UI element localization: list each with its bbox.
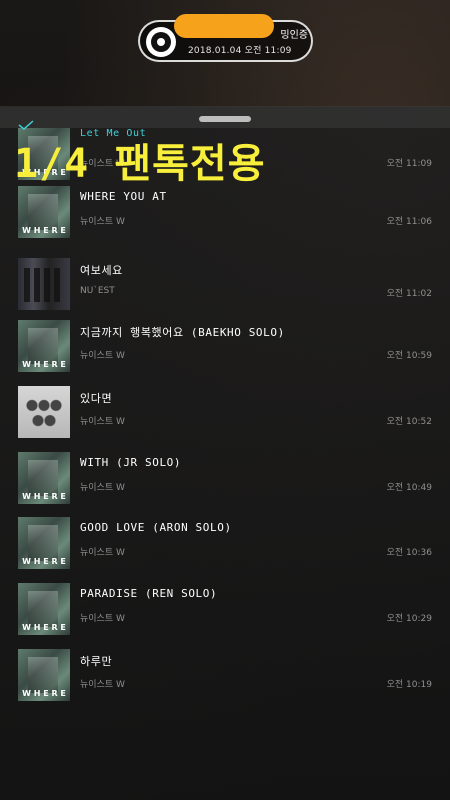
track-row[interactable]: PARADISE (REN SOLO) 뉴이스트 W 오전 10:29 (0, 583, 450, 645)
track-artist: 뉴이스트 W (80, 483, 125, 493)
track-title: 여보세요 (80, 264, 123, 277)
album-cover (18, 452, 70, 504)
track-title: 하루만 (80, 655, 113, 668)
track-row[interactable]: 하루만 뉴이스트 W 오전 10:19 (0, 649, 450, 711)
album-cover (18, 258, 70, 310)
track-row[interactable]: 여보세요 NU`EST 오전 11:02 (0, 258, 450, 320)
track-title: 지금까지 행복했어요 (BAEKHO SOLO) (80, 326, 285, 339)
album-cover (18, 320, 70, 372)
track-time: 오전 10:36 (386, 548, 432, 558)
track-artist: 뉴이스트 W (80, 614, 125, 624)
album-cover (18, 583, 70, 635)
track-title: GOOD LOVE (ARON SOLO) (80, 521, 232, 534)
album-cover (18, 517, 70, 569)
track-time: 오전 10:59 (386, 351, 432, 361)
track-artist: 뉴이스트 W (80, 548, 125, 558)
disc-icon (146, 27, 176, 57)
track-time: 오전 10:49 (386, 483, 432, 493)
track-title: 있다면 (80, 392, 113, 405)
track-time: 오전 11:02 (386, 289, 432, 299)
track-title: PARADISE (REN SOLO) (80, 587, 218, 600)
album-cover (18, 386, 70, 438)
track-row[interactable]: 있다면 뉴이스트 W 오전 10:52 (0, 386, 450, 448)
track-row[interactable]: GOOD LOVE (ARON SOLO) 뉴이스트 W 오전 10:36 (0, 517, 450, 579)
track-time: 오전 10:52 (386, 417, 432, 427)
checkmark-icon (18, 120, 34, 130)
track-artist: 뉴이스트 W (80, 680, 125, 690)
track-row[interactable]: WITH (JR SOLO) 뉴이스트 W 오전 10:49 (0, 452, 450, 514)
track-artist: NU`EST (80, 286, 115, 296)
now-playing-pill[interactable]: 밍인증 2018.01.04 오전 11:09 (138, 14, 313, 62)
track-time: 오전 10:29 (386, 614, 432, 624)
track-row[interactable]: 지금까지 행복했어요 (BAEKHO SOLO) 뉴이스트 W 오전 10:59 (0, 320, 450, 382)
album-cover (18, 649, 70, 701)
track-artist: 뉴이스트 W (80, 417, 125, 427)
handwritten-overlay-text: 1/4 팬톡전용 (14, 141, 266, 187)
drag-handle[interactable] (199, 116, 251, 122)
now-playing-time: 2018.01.04 오전 11:09 (188, 46, 292, 56)
track-artist: 뉴이스트 W (80, 217, 125, 227)
now-playing-label: 밍인증 (280, 30, 308, 41)
track-time: 오전 11:06 (386, 217, 432, 227)
track-title: WITH (JR SOLO) (80, 456, 182, 469)
track-time: 오전 10:19 (386, 680, 432, 690)
now-playing-header: 밍인증 2018.01.04 오전 11:09 (0, 0, 450, 100)
track-row[interactable]: WHERE YOU AT 뉴이스트 W 오전 11:06 (0, 186, 450, 248)
track-artist: 뉴이스트 W (80, 351, 125, 361)
